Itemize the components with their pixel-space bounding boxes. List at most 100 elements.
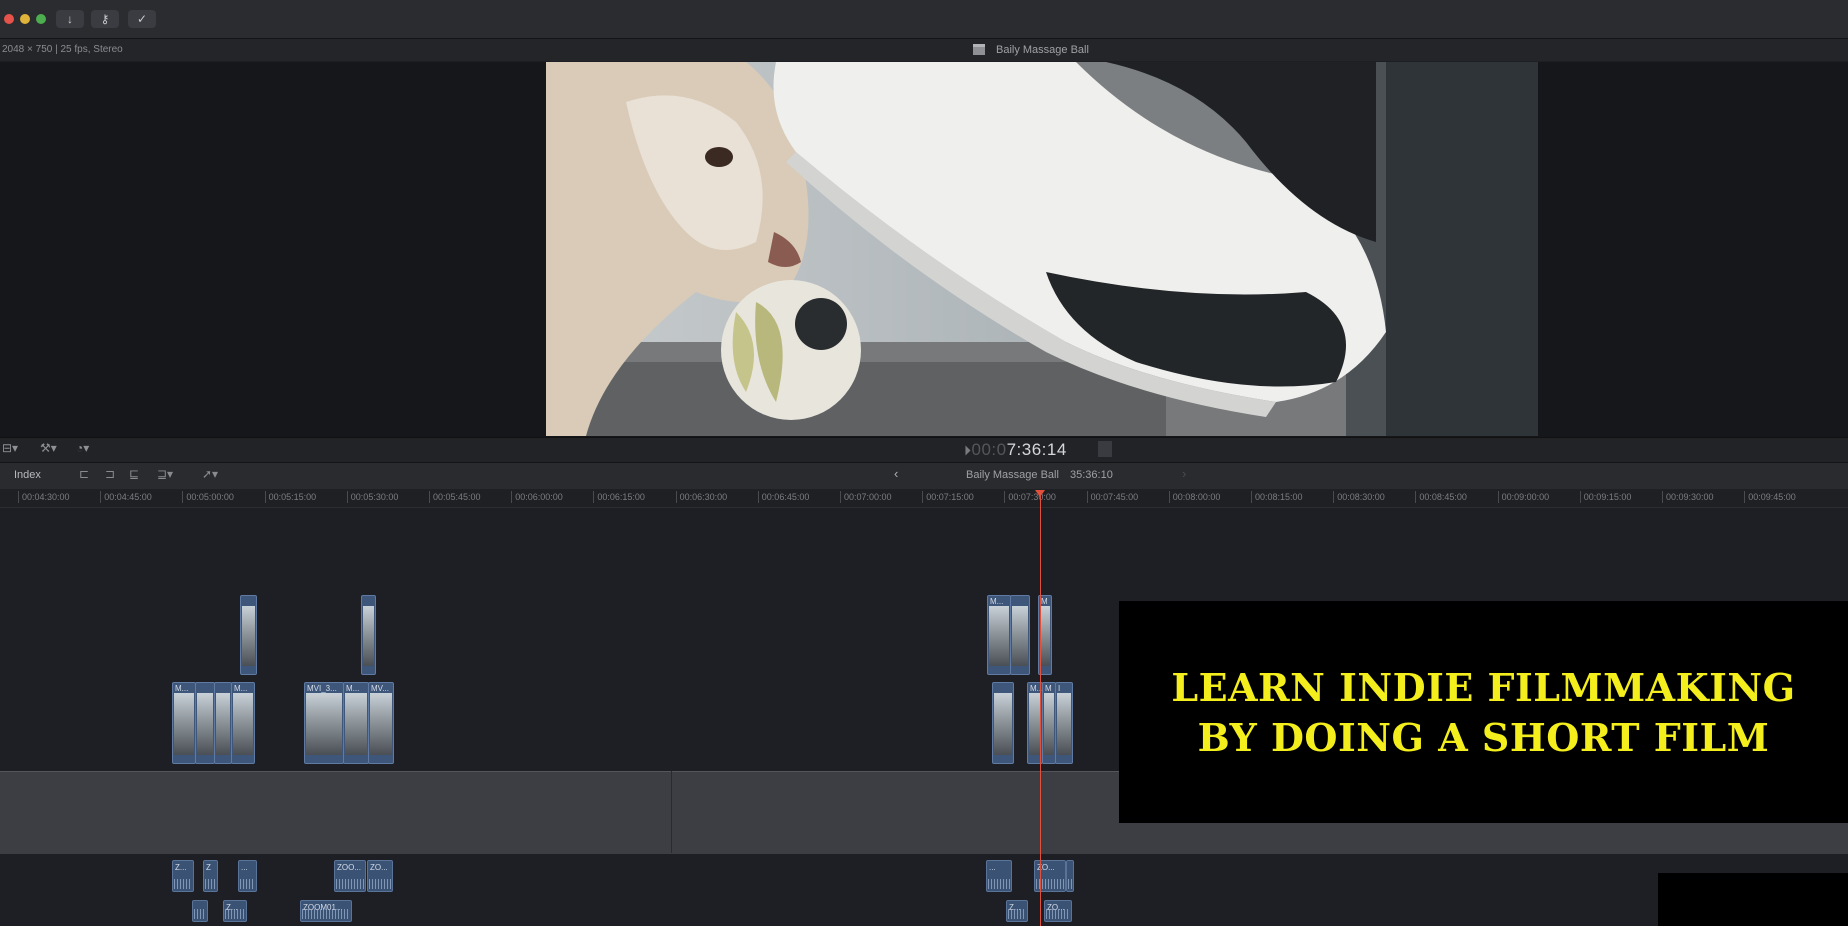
ruler-tick-label: 00:06:45:00 — [761, 492, 810, 502]
video-clip[interactable] — [992, 682, 1014, 764]
video-clip[interactable]: M... — [987, 595, 1011, 675]
timeline-index-button[interactable]: Index — [14, 469, 41, 481]
insert-clip-icon[interactable]: ⊐ — [102, 466, 118, 482]
ruler-tick-label: 00:04:45:00 — [104, 492, 152, 502]
ruler-tick — [593, 491, 595, 503]
ruler-tick-label: 00:05:00:00 — [186, 492, 234, 502]
clapperboard-icon — [973, 44, 985, 55]
timeline-ruler[interactable]: 00:04:30:00 00:04:45:00 00:05:00:00 00:05:1… — [0, 489, 1848, 508]
viewer-clip-title: Baily Massage Ball — [996, 44, 1089, 56]
audio-clip[interactable]: Z... — [223, 900, 247, 922]
audio-clip[interactable]: Z... — [172, 860, 194, 892]
video-clip[interactable] — [240, 595, 257, 675]
audio-clip[interactable]: ZO... — [1044, 900, 1072, 922]
ruler-tick-label: 00:06:00:00 — [515, 492, 563, 502]
ruler-tick — [922, 491, 924, 503]
ruler-tick — [1004, 491, 1006, 503]
ruler-tick — [182, 491, 184, 503]
format-info: 2048 × 750 | 25 fps, Stereo — [2, 44, 123, 55]
project-name: Baily Massage Ball — [966, 469, 1059, 481]
timeline-back-icon[interactable]: ‹ — [894, 466, 898, 481]
minimize-window-button[interactable] — [20, 14, 30, 24]
video-clip[interactable]: M... — [231, 682, 255, 764]
audio-clip[interactable] — [192, 900, 208, 922]
checkmark-icon: ✓ — [136, 12, 148, 26]
promo-banner: LEARN INDIE FILMMAKING BY DOING A SHORT … — [1119, 601, 1848, 823]
video-clip[interactable]: M... — [343, 682, 369, 764]
timeline-forward-icon[interactable]: › — [1182, 466, 1186, 481]
audio-clip[interactable]: ZOOM01... — [300, 900, 352, 922]
ruler-tick-label: 00:09:30:00 — [1666, 492, 1714, 502]
ruler-tick-label: 00:07:00:00 — [844, 492, 892, 502]
viewer-control-bar — [0, 437, 1848, 462]
window-toolbar — [0, 0, 1848, 39]
audio-clip[interactable]: Z — [203, 860, 218, 892]
video-clip[interactable] — [1010, 595, 1030, 675]
video-clip[interactable] — [361, 595, 376, 675]
key-icon: ⚷ — [100, 12, 110, 26]
audio-clip[interactable]: ZOO... — [334, 860, 366, 892]
ruler-tick — [757, 491, 759, 503]
timecode-display[interactable]: ⏵00:07:36:14 — [964, 440, 1067, 460]
overwrite-clip-icon[interactable]: ⊒▾ — [152, 466, 178, 482]
close-window-button[interactable] — [4, 14, 14, 24]
ruler-tick — [429, 491, 430, 503]
audio-clip[interactable] — [1066, 860, 1074, 892]
ruler-tick-label: 00:08:30:00 — [1337, 492, 1385, 502]
ruler-tick-label: 00:07:15:00 — [926, 492, 974, 502]
gap-divider — [671, 771, 672, 853]
ruler-tick-label: 00:08:00:00 — [1172, 492, 1221, 502]
zoom-window-button[interactable] — [36, 14, 46, 24]
ruler-tick-label: 00:09:00:00 — [1501, 492, 1550, 502]
playhead[interactable] — [1040, 490, 1041, 926]
ruler-tick — [840, 491, 841, 503]
audio-clip[interactable]: Z... — [1006, 900, 1028, 922]
ruler-tick — [18, 491, 19, 503]
video-clip[interactable]: MV... — [368, 682, 394, 764]
video-frame[interactable] — [546, 62, 1538, 436]
ruler-tick — [264, 491, 266, 503]
ruler-tick — [1086, 491, 1088, 503]
ruler-tick — [511, 491, 513, 503]
ruler-tick-label: 00:08:45:00 — [1419, 492, 1467, 502]
ruler-tick — [1168, 491, 1170, 503]
video-clip[interactable] — [195, 682, 215, 764]
audio-clip[interactable]: ZO... — [1034, 860, 1066, 892]
ruler-tick — [1579, 491, 1581, 503]
ruler-tick — [1662, 491, 1663, 503]
ruler-tick — [346, 491, 348, 503]
select-tool-icon[interactable]: ➚▾ — [198, 466, 222, 482]
ruler-tick-label: 00:05:45:00 — [433, 492, 481, 502]
video-clip[interactable]: M... — [172, 682, 196, 764]
ruler-tick-label: 00:08:15:00 — [1255, 492, 1303, 502]
video-clip[interactable]: I — [1055, 682, 1073, 764]
timecode-leading: 00:0 — [971, 440, 1007, 459]
wand-icon: ⚒▾ — [40, 441, 57, 455]
viewer-header — [0, 39, 1848, 61]
import-button[interactable]: ↓ — [56, 10, 84, 28]
ruler-tick — [1744, 491, 1746, 503]
playhead-handle[interactable] — [1035, 490, 1045, 497]
retime-menu[interactable]: ◔▾ — [76, 441, 89, 455]
timeline-header — [0, 462, 1848, 489]
video-clip[interactable]: M — [1042, 682, 1056, 764]
layout-menu[interactable]: ⊟▾ — [2, 441, 18, 455]
ruler-tick-label: 00:07:30:00 — [1008, 492, 1056, 502]
connect-clip-icon[interactable]: ⊏ — [76, 466, 92, 482]
audio-clip[interactable]: ZO... — [367, 860, 393, 892]
video-clip[interactable]: MVI_3... — [304, 682, 344, 764]
background-tasks-button[interactable]: ✓ — [128, 10, 156, 28]
enhancements-menu[interactable]: ⚒▾ — [40, 441, 57, 455]
ruler-tick-label: 00:07:45:00 — [1090, 492, 1139, 502]
ruler-tick-label: 00:05:15:00 — [268, 492, 317, 502]
ruler-tick — [675, 491, 677, 503]
play-icon: ⏵ — [964, 442, 972, 458]
keyword-button[interactable]: ⚷ — [91, 10, 119, 28]
audio-clip[interactable]: ... — [238, 860, 257, 892]
video-clip[interactable] — [214, 682, 232, 764]
audio-clip[interactable]: ... — [986, 860, 1012, 892]
download-icon: ↓ — [67, 12, 73, 26]
layout-icon: ⊟▾ — [2, 441, 19, 455]
video-frame-image — [546, 62, 1538, 436]
append-clip-icon[interactable]: ⊑ — [126, 466, 142, 482]
